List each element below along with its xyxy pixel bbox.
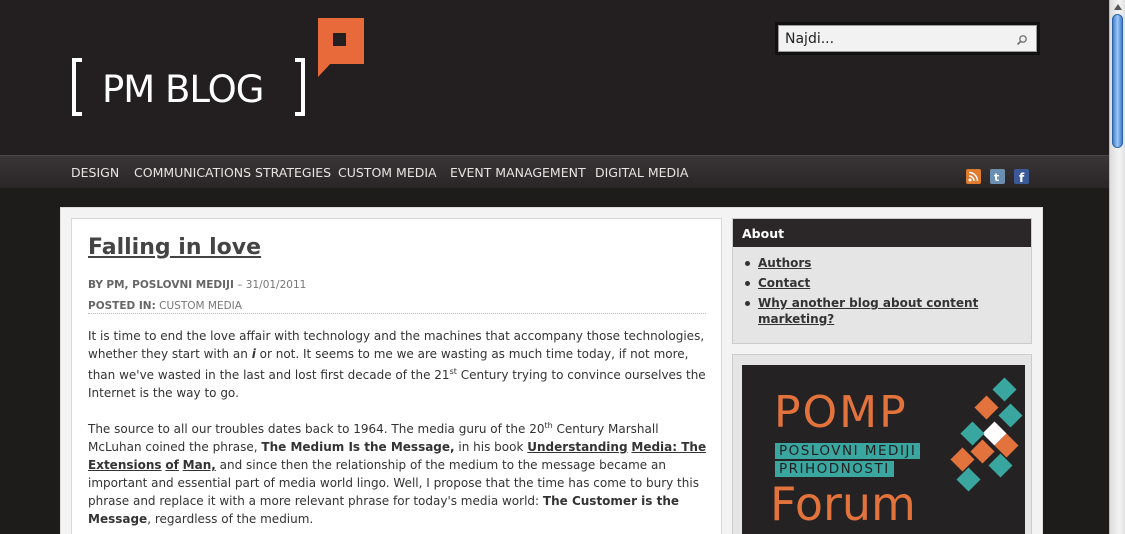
post-byline: BY PM, POSLOVNI MEDIJI – 31/01/2011 bbox=[88, 279, 306, 291]
site-header: PM BLOG bbox=[0, 0, 1109, 155]
logo-bubble-tail bbox=[318, 62, 332, 77]
book-link-understanding[interactable]: Understanding bbox=[527, 440, 627, 454]
post-date: 31/01/2011 bbox=[245, 279, 307, 291]
twitter-icon[interactable]: t bbox=[990, 169, 1005, 184]
about-link-authors[interactable]: Authors bbox=[745, 255, 1031, 271]
date-separator: – bbox=[237, 279, 243, 291]
about-link-why-blog[interactable]: Why another blog about content marketing… bbox=[745, 295, 1031, 327]
content-panel: Falling in love BY PM, POSLOVNI MEDIJI –… bbox=[60, 207, 1043, 534]
svg-text:f: f bbox=[1019, 171, 1025, 184]
book-link-extensions[interactable]: Extensions bbox=[88, 458, 162, 472]
ad-band-1: POSLOVNI MEDIJI bbox=[775, 443, 921, 459]
about-link-contact[interactable]: Contact bbox=[745, 275, 1031, 291]
book-link-media[interactable]: Media: The bbox=[631, 440, 706, 454]
about-widget: About Authors Contact Why another blog a… bbox=[732, 218, 1032, 344]
nav-item-custom-media[interactable]: CUSTOM MEDIA bbox=[338, 165, 437, 180]
pomp-forum-banner[interactable]: POMP POSLOVNI MEDIJI PRIHODNOSTI Forum bbox=[742, 365, 1025, 534]
post-author[interactable]: PM, POSLOVNI MEDIJI bbox=[106, 279, 233, 291]
facebook-icon[interactable]: f bbox=[1014, 169, 1029, 185]
main-nav: DESIGN COMMUNICATIONS STRATEGIES CUSTOM … bbox=[0, 155, 1109, 188]
search-input[interactable] bbox=[779, 26, 999, 51]
logo-bracket-left bbox=[72, 58, 82, 116]
search-box bbox=[775, 22, 1040, 55]
blog-post: Falling in love BY PM, POSLOVNI MEDIJI –… bbox=[71, 218, 722, 534]
post-paragraph-1: It is time to end the love affair with t… bbox=[88, 329, 706, 400]
post-category-line: POSTED IN: CUSTOM MEDIA bbox=[88, 300, 242, 312]
meta-divider bbox=[88, 313, 706, 314]
nav-item-digital-media[interactable]: DIGITAL MEDIA bbox=[595, 165, 688, 180]
rss-icon[interactable] bbox=[966, 169, 981, 184]
logo-text: PM BLOG bbox=[102, 68, 264, 111]
search-icon[interactable] bbox=[1016, 31, 1028, 50]
post-title[interactable]: Falling in love bbox=[88, 235, 261, 260]
by-label: BY bbox=[88, 279, 104, 291]
ad-title-forum: Forum bbox=[770, 477, 916, 531]
nav-item-design[interactable]: DESIGN bbox=[71, 165, 119, 180]
book-link-of[interactable]: of bbox=[165, 458, 178, 472]
post-paragraph-2: The source to all our troubles dates bac… bbox=[88, 421, 707, 526]
nav-item-event-management[interactable]: EVENT MANAGEMENT bbox=[450, 165, 586, 180]
scroll-up-icon[interactable] bbox=[1114, 4, 1122, 10]
ad-band-2: PRIHODNOSTI bbox=[775, 461, 894, 477]
ad-title-pomp: POMP bbox=[774, 387, 908, 438]
ad-widget: POMP POSLOVNI MEDIJI PRIHODNOSTI Forum bbox=[732, 354, 1032, 534]
about-title: About bbox=[733, 219, 1031, 247]
book-link-man[interactable]: Man, bbox=[183, 458, 216, 472]
svg-text:t: t bbox=[994, 171, 999, 184]
nav-item-communications-strategies[interactable]: COMMUNICATIONS STRATEGIES bbox=[134, 165, 331, 180]
post-category[interactable]: CUSTOM MEDIA bbox=[159, 300, 242, 312]
logo-bracket-right bbox=[295, 58, 305, 116]
page-scrollbar[interactable] bbox=[1109, 0, 1125, 534]
logo-speech-bubble-icon bbox=[318, 18, 364, 64]
scrollbar-thumb[interactable] bbox=[1112, 14, 1123, 148]
posted-in-label: POSTED IN: bbox=[88, 300, 156, 312]
